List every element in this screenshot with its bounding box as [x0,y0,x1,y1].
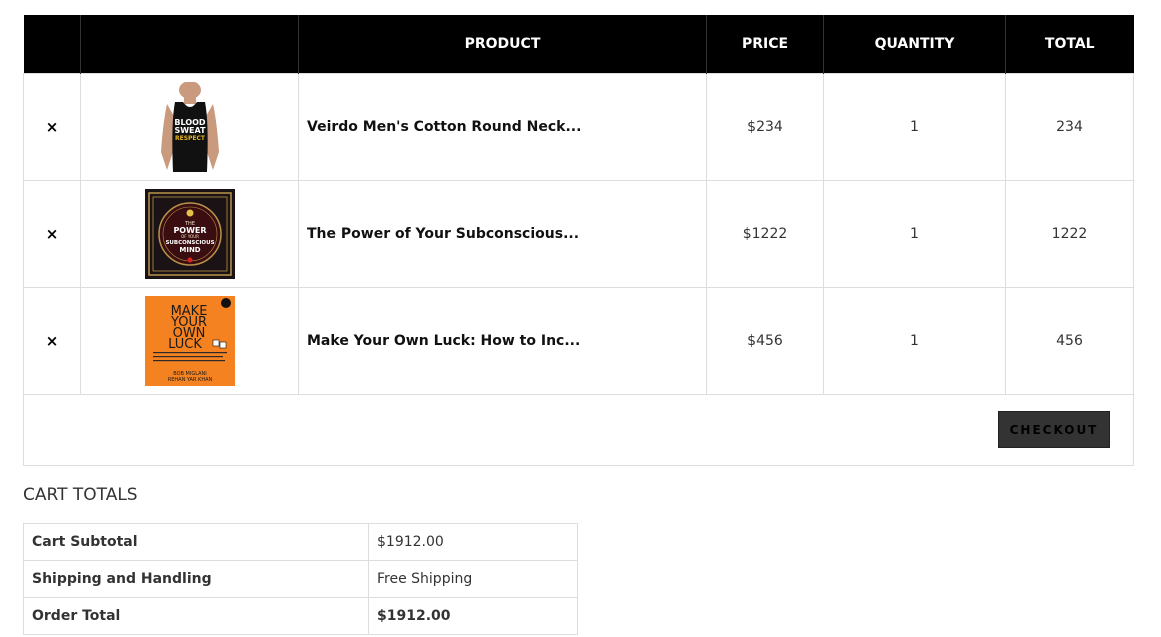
remove-item-icon[interactable]: × [23,179,81,288]
totals-row-order-total: Order Total $1912.00 [23,597,578,635]
cart-row: × THE POWER OF YOUR SUBCONSCIOUS MIND Th… [23,179,1134,288]
cart-row: × BLOOD SWEAT RESPECT Veirdo Men's Cotto… [23,72,1134,181]
book-text-luck: LUCK [168,337,202,352]
product-price: $1222 [706,179,824,288]
product-name[interactable]: Make Your Own Luck: How to Inc... [298,286,707,395]
product-price: $234 [706,72,824,181]
subtotal-label: Cart Subtotal [23,523,369,561]
product-name[interactable]: Veirdo Men's Cotton Round Neck... [298,72,707,181]
product-total: 234 [1005,72,1134,181]
tank-top-text-3: RESPECT [174,135,205,142]
shipping-label: Shipping and Handling [23,560,369,598]
header-thumbnail [80,15,299,73]
book-text-of-your: OF YOUR [181,234,199,239]
product-thumbnail-cell: THE POWER OF YOUR SUBCONSCIOUS MIND [80,179,299,288]
product-quantity[interactable]: 1 [823,179,1006,288]
cart-totals-table: Cart Subtotal $1912.00 Shipping and Hand… [23,523,578,635]
product-thumbnail-cell: BLOOD SWEAT RESPECT [80,72,299,181]
cart-actions-cell: CHECKOUT [23,393,1134,466]
header-price: PRICE [706,15,824,73]
product-thumbnail-cell: MAKE YOUR OWN LUCK BOB MIGLANI REHAN YAR… [80,286,299,395]
totals-row-subtotal: Cart Subtotal $1912.00 [23,523,578,561]
order-total-value: $1912.00 [368,597,578,635]
subtotal-value: $1912.00 [368,523,578,561]
header-quantity: QUANTITY [823,15,1006,73]
header-product: PRODUCT [298,15,707,73]
header-total: TOTAL [1005,15,1134,73]
product-total: 1222 [1005,179,1134,288]
remove-item-icon[interactable]: × [23,286,81,395]
checkout-button[interactable]: CHECKOUT [998,411,1110,448]
header-remove [23,15,81,73]
book-cover-make-your-own-luck[interactable]: MAKE YOUR OWN LUCK BOB MIGLANI REHAN YAR… [144,295,235,386]
tank-top-text-2: SWEAT [174,126,206,135]
cart-totals-title: CART TOTALS [23,485,138,505]
cart-table: PRODUCT PRICE QUANTITY TOTAL × BLOOD SWE… [23,15,1134,466]
product-quantity[interactable]: 1 [823,286,1006,395]
remove-item-icon[interactable]: × [23,72,81,181]
product-price: $456 [706,286,824,395]
cart-actions-row: CHECKOUT [23,393,1134,466]
product-quantity[interactable]: 1 [823,72,1006,181]
cart-header-row: PRODUCT PRICE QUANTITY TOTAL [23,15,1134,73]
shipping-value: Free Shipping [368,560,578,598]
order-total-label: Order Total [23,597,369,635]
book-cover-power-subconscious[interactable]: THE POWER OF YOUR SUBCONSCIOUS MIND [144,188,235,279]
tank-top-image[interactable]: BLOOD SWEAT RESPECT [144,81,235,172]
book-text-mind: MIND [179,246,200,254]
product-name[interactable]: The Power of Your Subconscious... [298,179,707,288]
product-total: 456 [1005,286,1134,395]
totals-row-shipping: Shipping and Handling Free Shipping [23,560,578,598]
book-text-author-2: REHAN YAR KHAN [167,377,212,383]
cart-row: × MAKE YOUR OWN LUCK BOB MIGLANI REHAN Y… [23,286,1134,395]
